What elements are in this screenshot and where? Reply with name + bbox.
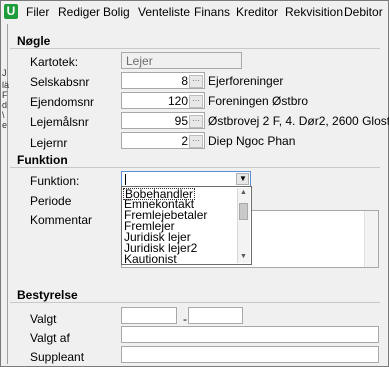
- valgt-af-label: Valgt af: [30, 331, 70, 345]
- section-divider: [10, 167, 380, 168]
- textarea-scrollbar[interactable]: [364, 211, 378, 267]
- scroll-thumb[interactable]: [239, 203, 248, 220]
- ellipsis-icon[interactable]: ···: [189, 135, 203, 148]
- section-title-nogle: Nøgle: [17, 34, 51, 48]
- lejemalsnr-field[interactable]: 95 ···: [121, 112, 205, 129]
- lejemal-address: Østbrovej 2 F, 4. Dør2, 2600 Glostrup: [208, 114, 389, 128]
- menu-debitor[interactable]: Debitor: [344, 5, 383, 19]
- left-strip: J lä F d \ e: [1, 24, 10, 364]
- valgt-to-field[interactable]: [188, 307, 243, 324]
- section-title-bestyrelse: Bestyrelse: [17, 288, 78, 302]
- lejemalsnr-label: Lejemålsnr: [30, 115, 89, 129]
- scroll-up-icon[interactable]: ▲: [240, 189, 247, 196]
- ejendomsnr-value: 120: [167, 94, 188, 108]
- periode-label: Periode: [30, 194, 72, 208]
- menu-bolig[interactable]: Bolig: [103, 5, 130, 19]
- menu-kreditor[interactable]: Kreditor: [236, 5, 278, 19]
- lejernr-value: 2: [181, 134, 188, 148]
- strip-char: F: [2, 90, 8, 100]
- ellipsis-icon[interactable]: ···: [189, 95, 203, 108]
- selskabsnr-label: Selskabsnr: [30, 75, 90, 89]
- kommentar-label: Kommentar: [30, 213, 93, 227]
- menubar: U Filer Rediger Bolig Venteliste Finans …: [1, 1, 388, 23]
- valgt-label: Valgt: [30, 312, 57, 326]
- lejemalsnr-value: 95: [174, 114, 188, 128]
- dropdown-option[interactable]: Kautionist: [124, 253, 177, 264]
- lejernr-field[interactable]: 2 ···: [121, 132, 205, 149]
- ejendomsnr-label: Ejendomsnr: [30, 95, 95, 109]
- kartotek-label: Kartotek:: [30, 55, 79, 69]
- strip-char: d: [2, 100, 8, 110]
- menu-rediger[interactable]: Rediger: [58, 5, 100, 19]
- dropdown-scrollbar[interactable]: ▲ ▼: [237, 188, 250, 263]
- strip-char: e: [2, 120, 8, 130]
- section-title-funktion: Funktion: [17, 153, 68, 167]
- valgt-af-field[interactable]: [121, 326, 379, 343]
- section-divider: [10, 302, 380, 303]
- ellipsis-icon[interactable]: ···: [189, 75, 203, 88]
- strip-char: \: [2, 110, 5, 120]
- chevron-down-icon[interactable]: ▼: [236, 173, 249, 185]
- funktion-label: Funktion:: [30, 174, 80, 188]
- menu-venteliste[interactable]: Venteliste: [138, 5, 190, 19]
- funktion-combobox[interactable]: ▼: [121, 171, 251, 187]
- app-icon[interactable]: U: [4, 4, 18, 19]
- text-caret: [125, 174, 126, 185]
- ellipsis-icon[interactable]: ···: [189, 115, 203, 128]
- ejendomsnr-field[interactable]: 120 ···: [121, 92, 205, 109]
- strip-char: lä: [2, 80, 10, 90]
- scroll-down-icon[interactable]: ▼: [240, 253, 247, 260]
- selskabsnr-value: 8: [181, 74, 188, 88]
- lejer-name: Diep Ngoc Phan: [208, 134, 296, 148]
- strip-char: J: [2, 68, 7, 78]
- selskab-name: Ejerforeninger: [208, 74, 284, 88]
- section-divider: [10, 48, 380, 49]
- funktion-dropdown-list[interactable]: Bobehandler Emnekontakt Fremlejebetaler …: [121, 186, 252, 265]
- menu-finans[interactable]: Finans: [194, 5, 230, 19]
- selskabsnr-field[interactable]: 8 ···: [121, 72, 205, 89]
- date-range-separator: -: [183, 312, 187, 326]
- kartotek-value: Lejer: [126, 54, 153, 68]
- suppleant-field[interactable]: [121, 346, 379, 363]
- menu-rekvisition[interactable]: Rekvisition: [285, 5, 343, 19]
- lejernr-label: Lejernr: [30, 136, 68, 150]
- valgt-from-field[interactable]: [121, 307, 177, 324]
- menu-filer[interactable]: Filer: [26, 5, 49, 19]
- ejendom-name: Foreningen Østbro: [208, 94, 309, 108]
- kartotek-field: Lejer: [121, 52, 242, 69]
- suppleant-label: Suppleant: [30, 350, 85, 364]
